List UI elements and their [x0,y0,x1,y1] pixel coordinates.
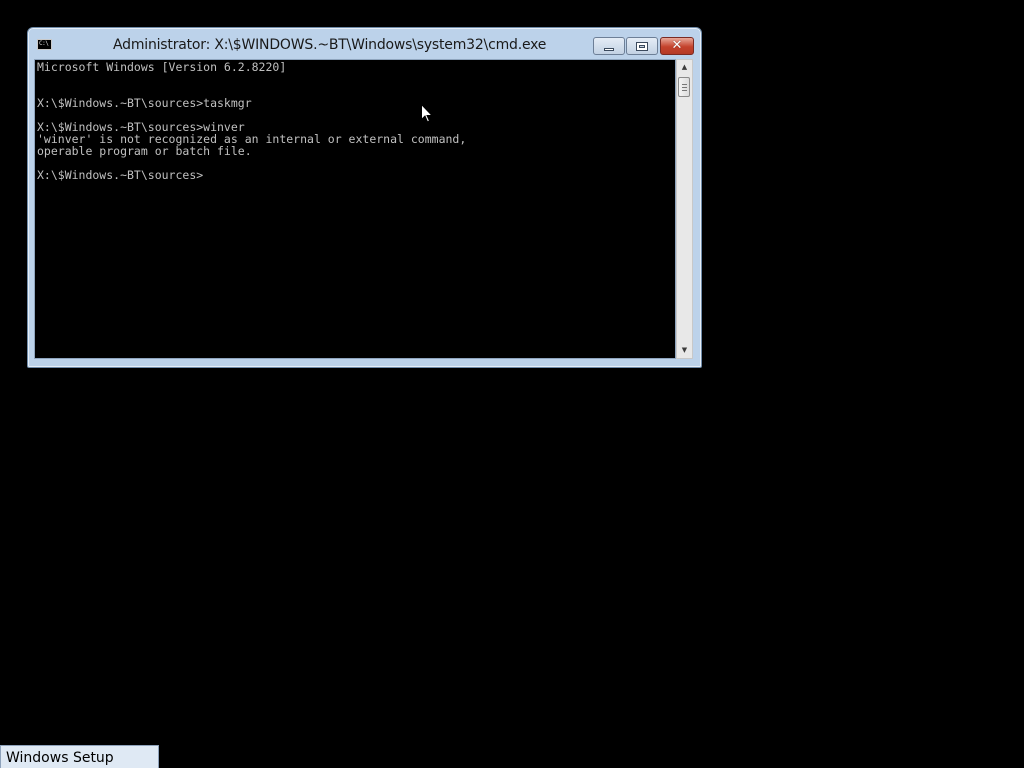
console-output[interactable]: Microsoft Windows [Version 6.2.8220] X:\$… [34,59,676,359]
minimize-icon [604,48,614,51]
console-line: X:\$Windows.~BT\sources>taskmgr [37,96,252,110]
console-line: X:\$Windows.~BT\sources> [37,168,204,182]
scroll-up-arrow-icon[interactable]: ▲ [677,60,692,75]
console-line: Microsoft Windows [Version 6.2.8220] [37,60,287,74]
vertical-scrollbar[interactable]: ▲ ▼ [676,59,693,359]
minimize-button[interactable] [593,37,625,55]
scroll-thumb-grip [682,90,687,91]
scroll-down-arrow-icon[interactable]: ▼ [677,343,692,358]
command-prompt-icon-glyph: C:\ [39,40,49,47]
close-button[interactable]: ✕ [660,37,694,55]
scroll-thumb-grip [682,84,687,85]
taskbar-item-windows-setup[interactable]: Windows Setup [0,745,159,768]
cmd-window[interactable]: C:\ Administrator: X:\$WINDOWS.~BT\Windo… [27,27,702,368]
console-line: operable program or batch file. [37,144,252,158]
scroll-thumb-grip [682,87,687,88]
maximize-button[interactable] [626,37,658,55]
window-title: Administrator: X:\$WINDOWS.~BT\Windows\s… [113,37,547,53]
mouse-pointer-icon [421,104,433,123]
desktop: C:\ Administrator: X:\$WINDOWS.~BT\Windo… [0,0,1024,768]
console-text: Microsoft Windows [Version 6.2.8220] X:\$… [37,61,466,181]
title-bar[interactable]: C:\ Administrator: X:\$WINDOWS.~BT\Windo… [28,28,701,59]
scroll-thumb[interactable] [678,77,690,97]
taskbar-item-label: Windows Setup [6,750,114,766]
maximize-icon [636,42,648,51]
close-icon: ✕ [671,38,683,53]
command-prompt-icon[interactable]: C:\ [37,39,52,50]
